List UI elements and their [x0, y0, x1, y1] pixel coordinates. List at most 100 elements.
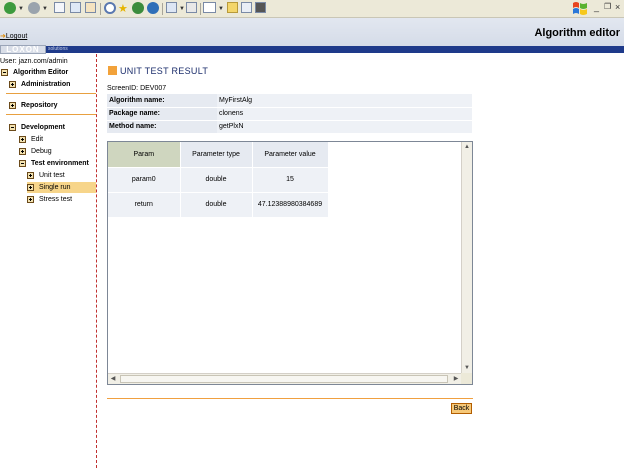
- loxon-logo: LOXON: [0, 45, 46, 54]
- tree-item-administration[interactable]: Administration: [9, 79, 70, 90]
- tree-item-label: Single run: [39, 184, 71, 191]
- info-row: Method name: getPlxN: [107, 120, 472, 134]
- column-header[interactable]: Parameter type: [180, 142, 253, 168]
- table-cell: 15: [252, 167, 329, 193]
- info-label: Algorithm name:: [107, 94, 217, 108]
- logo-text: LOXON: [6, 45, 40, 54]
- forward-dropdown-icon[interactable]: ▼: [42, 2, 48, 15]
- table-cell: double: [180, 167, 253, 193]
- info-value: getPlxN: [217, 120, 472, 134]
- browser-toolbar: ▼ ▼ ★ ▼ ▼ _ ❐ ×: [0, 0, 624, 18]
- tree-item-label: Algorithm Editor: [13, 69, 69, 76]
- close-icon[interactable]: ×: [615, 2, 620, 12]
- column-header[interactable]: Parameter value: [252, 142, 329, 168]
- back-icon[interactable]: [4, 2, 16, 14]
- tree-item-label: Edit: [31, 136, 44, 143]
- info-table: Algorithm name: MyFirstAlg Package name:…: [107, 94, 472, 134]
- tree-item-label: Debug: [31, 148, 52, 155]
- tree-item-label: Development: [21, 124, 65, 131]
- header-stripe: [0, 46, 624, 53]
- scroll-down-icon[interactable]: ▼: [462, 363, 472, 373]
- expand-icon[interactable]: [27, 184, 34, 191]
- refresh-icon[interactable]: [70, 2, 81, 13]
- edit-dropdown-icon[interactable]: ▼: [218, 2, 224, 15]
- forward-icon[interactable]: [28, 2, 40, 14]
- print-icon[interactable]: [186, 2, 197, 13]
- vertical-scrollbar[interactable]: ▲ ▼: [461, 142, 472, 373]
- sidebar-divider: [96, 54, 97, 468]
- bottom-divider: [107, 398, 473, 399]
- user-info: User: jazn.com/admin: [0, 58, 68, 65]
- home-icon[interactable]: [85, 2, 96, 13]
- tree-item-development[interactable]: Development: [9, 122, 65, 133]
- table-cell: double: [180, 192, 253, 218]
- restore-icon[interactable]: ❐: [604, 2, 611, 11]
- app-title: Algorithm editor: [534, 27, 620, 39]
- tree-item-single-run[interactable]: Single run: [27, 182, 96, 193]
- scroll-right-icon[interactable]: ▶: [451, 374, 461, 384]
- stop-icon[interactable]: [54, 2, 65, 13]
- history-icon[interactable]: [147, 2, 159, 14]
- scroll-left-icon[interactable]: ◀: [108, 374, 118, 384]
- tree-item-debug[interactable]: Debug: [19, 146, 52, 157]
- back-button[interactable]: Back: [451, 403, 472, 414]
- favorites-icon[interactable]: ★: [118, 2, 128, 15]
- table-row: param0 double 15: [108, 167, 329, 193]
- mail-icon[interactable]: [166, 2, 177, 13]
- result-grid: Param Parameter type Parameter value par…: [107, 141, 473, 385]
- logout-label: Logout: [5, 33, 28, 40]
- info-row: Package name: clonens: [107, 107, 472, 121]
- table-cell: 47.12388980384689: [252, 192, 329, 218]
- logout-link[interactable]: ➜Logout: [0, 32, 27, 40]
- scroll-up-icon[interactable]: ▲: [462, 142, 472, 152]
- tree-item-algorithm-editor[interactable]: Algorithm Editor: [1, 67, 68, 78]
- scroll-thumb[interactable]: [120, 375, 448, 383]
- search-icon[interactable]: [104, 2, 116, 14]
- sidebar-separator: [6, 93, 96, 94]
- minimize-icon[interactable]: _: [594, 2, 599, 12]
- expand-icon[interactable]: [9, 102, 16, 109]
- tree-item-stress-test[interactable]: Stress test: [27, 194, 72, 205]
- expand-icon[interactable]: [27, 172, 34, 179]
- tree-item-label: Stress test: [39, 196, 73, 203]
- param-table: Param Parameter type Parameter value par…: [108, 142, 329, 218]
- info-label: Method name:: [107, 120, 217, 134]
- mail-dropdown-icon[interactable]: ▼: [179, 2, 185, 15]
- horizontal-scrollbar[interactable]: ◀ ▶: [108, 373, 461, 384]
- folder-icon[interactable]: [227, 2, 238, 13]
- back-dropdown-icon[interactable]: ▼: [18, 2, 24, 15]
- table-cell: param0: [108, 167, 181, 193]
- tree-item-unit-test[interactable]: Unit test: [27, 170, 65, 181]
- table-row: return double 47.12388980384689: [108, 192, 329, 218]
- research-icon[interactable]: [255, 2, 266, 13]
- expand-icon[interactable]: [9, 81, 16, 88]
- info-label: Package name:: [107, 107, 217, 121]
- column-header[interactable]: Param: [108, 142, 181, 168]
- tree-item-label: Administration: [21, 81, 71, 88]
- expand-icon[interactable]: [27, 196, 34, 203]
- screen-id: ScreenID: DEV007: [107, 85, 167, 92]
- edit-icon[interactable]: [203, 2, 216, 13]
- media-icon[interactable]: [132, 2, 144, 14]
- logo-subtitle: solutions: [48, 46, 68, 52]
- tree-item-label: Unit test: [39, 172, 65, 179]
- messenger-icon[interactable]: [241, 2, 252, 13]
- windows-logo-icon: [573, 2, 587, 15]
- table-header-row: Param Parameter type Parameter value: [108, 142, 329, 168]
- tree-item-label: Test environment: [31, 160, 89, 167]
- collapse-icon[interactable]: [9, 124, 16, 131]
- tree-item-label: Repository: [21, 102, 58, 109]
- scroll-corner: [461, 373, 472, 384]
- table-cell: return: [108, 192, 181, 218]
- expand-icon[interactable]: [19, 136, 26, 143]
- sidebar: [0, 54, 98, 468]
- tree-item-test-environment[interactable]: Test environment: [19, 158, 89, 169]
- page-title: UNIT TEST RESULT: [120, 66, 209, 76]
- collapse-icon[interactable]: [1, 69, 8, 76]
- collapse-icon[interactable]: [19, 160, 26, 167]
- expand-icon[interactable]: [19, 148, 26, 155]
- title-marker-icon: [108, 66, 117, 75]
- tree-item-repository[interactable]: Repository: [9, 100, 58, 111]
- app-header: [0, 18, 624, 46]
- tree-item-edit[interactable]: Edit: [19, 134, 43, 145]
